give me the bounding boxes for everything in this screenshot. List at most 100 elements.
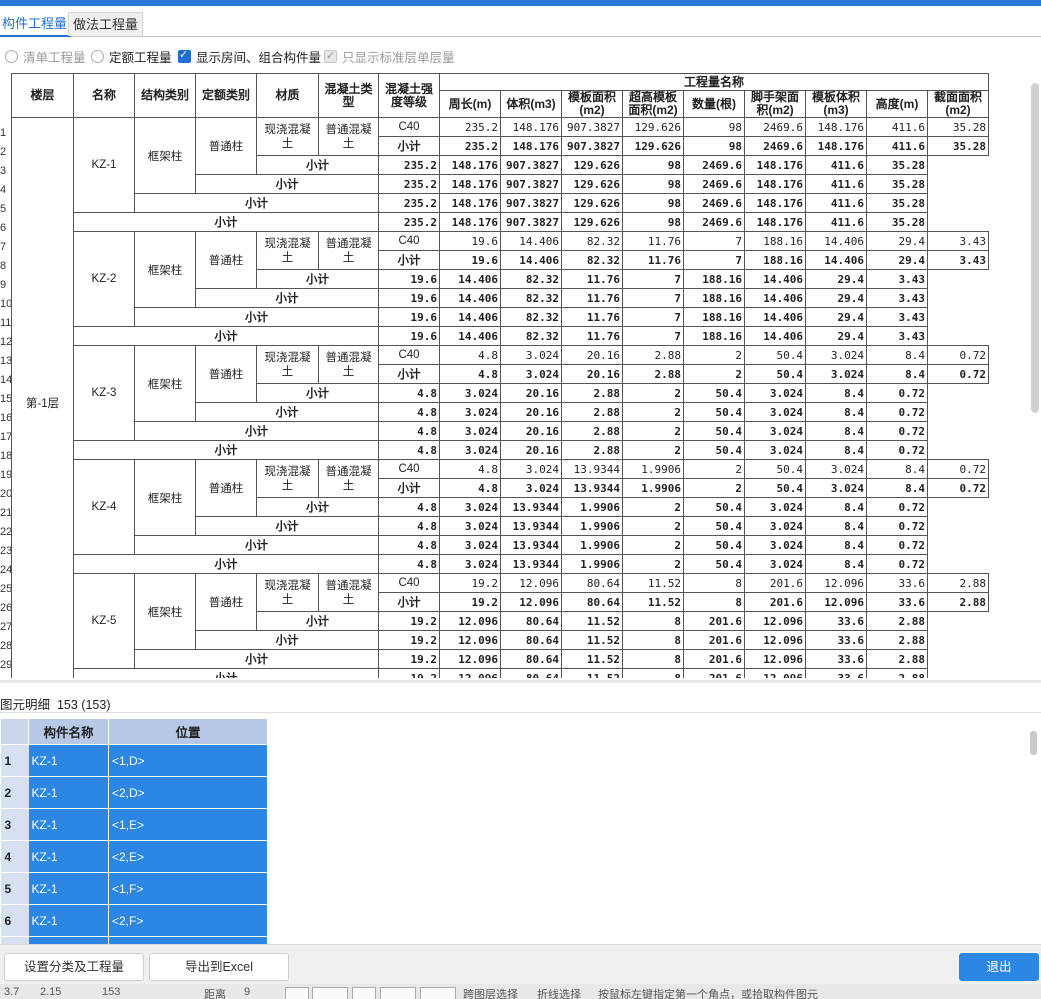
header-qty-col[interactable]: 超高模板面积(m2) [622,90,684,118]
cell-value: 2469.6 [744,117,806,137]
header-qty-col[interactable]: 周长(m) [439,90,501,118]
header-concrete-type[interactable]: 混凝土类型 [318,73,379,118]
detail-cell-name[interactable]: KZ-1 [28,744,109,777]
table-row[interactable]: KZ-2 框架柱 普通柱 现浇混凝土 普通混凝土 C40 19.6 14.406 82.32 11… [12,231,989,327]
detail-scrollbar[interactable] [1030,731,1037,755]
header-qty-col[interactable]: 模板体积(m3) [805,90,867,118]
cell-subtotal: 小计 [256,155,379,175]
header-qty-col[interactable]: 截面面积(m2) [927,90,989,118]
cell-value: 50.4 [744,364,806,384]
cell-value: 8 [622,649,684,669]
status-tool-button[interactable] [312,987,348,999]
table-row[interactable]: 小计 19.6 14.406 82.32 11.76 7 188.16 14.406 29.4 3… [12,307,989,327]
cell-value: 129.626 [622,136,684,156]
cell-value: 13.9344 [500,535,562,555]
detail-header-name[interactable]: 构件名称 [28,718,109,745]
detail-cell-name[interactable]: KZ-1 [28,808,109,841]
tab-component-qty[interactable]: 构件工程量 [0,12,72,37]
detail-cell-pos[interactable]: <1,D> [108,744,268,777]
cell-value: 907.3827 [500,212,562,232]
status-tool-button[interactable] [380,987,416,999]
header-qty-col[interactable]: 脚手架面积(m2) [744,90,806,118]
cell-value: 148.176 [439,193,501,213]
detail-cell-pos[interactable]: <2,F> [108,904,268,937]
detail-cell-name[interactable]: KZ-1 [28,904,109,937]
cell-value: 235.2 [439,117,501,137]
cross-layer-select[interactable]: 跨图层选择 [463,986,518,999]
cell-value: 0.72 [866,383,928,403]
header-concrete-grade[interactable]: 混凝土强度等级 [378,73,440,118]
table-row[interactable]: 小计 4.8 3.024 13.9344 1.9906 2 50.4 3.024 8.4 0.72 [12,554,989,574]
detail-cell-pos[interactable]: <2,D> [108,776,268,809]
cell-subtotal: 小计 [73,440,379,460]
polyline-select[interactable]: 折线选择 [537,986,581,999]
cell-value: 7 [622,269,684,289]
detail-cell-pos[interactable]: <1,E> [108,808,268,841]
cell-value: 4.8 [439,459,501,479]
list-item[interactable]: 5 KZ-1 <1,F> [0,872,268,905]
table-row[interactable]: 小计 4.8 3.024 13.9344 1.9906 2 50.4 3.024 8.4 0.72 [12,535,989,555]
list-item[interactable]: 1 KZ-1 <1,D> [0,744,268,777]
cell-value: 1.9906 [622,478,684,498]
list-item[interactable]: 4 KZ-1 <2,E> [0,840,268,873]
header-quota[interactable]: 定额类别 [195,73,257,118]
cell-value: 29.4 [866,231,928,251]
header-floor[interactable]: 楼层 [11,73,74,118]
header-qty-col[interactable]: 高度(m) [866,90,928,118]
header-material[interactable]: 材质 [256,73,319,118]
table-row[interactable]: KZ-5 框架柱 普通柱 现浇混凝土 普通混凝土 C40 19.2 12.096 80.64 11… [12,573,989,669]
tab-method-qty[interactable]: 做法工程量 [68,12,144,36]
detail-cell-name[interactable]: KZ-1 [28,776,109,809]
status-tool-button[interactable] [352,987,376,999]
table-row[interactable]: 第-1层 KZ-1 框架柱 普通柱 现浇混凝土 普通混凝土 C40 235.2 148.176 9… [11,117,989,678]
cell-subtotal: 小计 [134,193,379,213]
exit-button[interactable]: 退出 [959,953,1039,981]
check-only-standard[interactable]: 只显示标准层单层量 [324,47,455,66]
cell-value: 13.9344 [500,497,562,517]
table-row[interactable]: 小计 4.8 3.024 20.16 2.88 2 50.4 3.024 8.4 0.72 [12,421,989,441]
cell-value: 3.43 [927,231,989,251]
header-name[interactable]: 名称 [73,73,135,118]
header-qty-col[interactable]: 数量(根) [683,90,745,118]
cell-value: 148.176 [500,117,562,137]
cell-quota: 普通柱 [195,117,257,175]
cell-value: 3.43 [866,288,928,308]
detail-cell-pos[interactable]: <2,E> [108,840,268,873]
header-struct[interactable]: 结构类别 [134,73,196,118]
header-qty-col[interactable]: 体积(m3) [500,90,562,118]
cell-value: 4.8 [439,478,501,498]
grid-vertical-scrollbar[interactable] [1031,83,1039,413]
detail-cell-pos[interactable]: <1,F> [108,872,268,905]
cell-value: 50.4 [683,535,745,555]
cell-value: 50.4 [683,402,745,422]
status-tool-button[interactable] [285,987,309,999]
table-row[interactable]: KZ-4 框架柱 普通柱 现浇混凝土 普通混凝土 C40 4.8 3.024 13.9344 1.… [12,459,989,555]
list-item[interactable]: 3 KZ-1 <1,E> [0,808,268,841]
table-row[interactable]: 小计 235.2 148.176 907.3827 129.626 98 2469.6 148… [12,193,989,213]
cell-value: 1.9906 [561,497,623,517]
header-qty-col[interactable]: 模板面积(m2) [561,90,623,118]
cell-value: 14.406 [805,250,867,270]
table-row[interactable]: 小计19.212.09680.6411.528201.612.09633.62.… [12,649,989,669]
status-tool-button[interactable] [420,987,456,999]
detail-header-pos[interactable]: 位置 [108,718,268,745]
list-item[interactable]: 6 KZ-1 <2,F> [0,904,268,937]
table-row[interactable]: 小计 4.8 3.024 20.16 2.88 2 50.4 3.024 8.4 0.72 [12,440,989,460]
radio-quota-qty[interactable]: 定额工程量 [91,47,172,66]
table-row[interactable]: 小计 19.6 14.406 82.32 11.76 7 188.16 14.406 29.4 3… [12,326,989,346]
table-row[interactable]: KZ-3 框架柱 普通柱 现浇混凝土 普通混凝土 C40 4.8 3.024 20.16 2.88… [12,345,989,441]
table-row[interactable]: 小计 235.2 148.176 907.3827 129.626 98 2469.6 148… [12,212,989,232]
export-excel-button[interactable]: 导出到Excel [149,953,289,981]
cell-value: 11.76 [561,269,623,289]
list-item[interactable]: 2 KZ-1 <2,D> [0,776,268,809]
detail-cell-name[interactable]: KZ-1 [28,840,109,873]
cell-value: 1.9906 [622,459,684,479]
table-row[interactable]: 小计19.212.09680.6411.528201.612.09633.62.… [12,668,989,678]
cell-value: 2.88 [622,345,684,365]
settings-button[interactable]: 设置分类及工程量 [4,953,144,981]
radio-bill-qty[interactable]: 清单工程量 [5,47,86,66]
grid-horizontal-scrollbar[interactable] [0,680,1041,683]
detail-cell-name[interactable]: KZ-1 [28,872,109,905]
cell-value: 12.096 [744,630,806,650]
check-show-rooms[interactable]: 显示房间、组合构件量 [178,47,321,66]
